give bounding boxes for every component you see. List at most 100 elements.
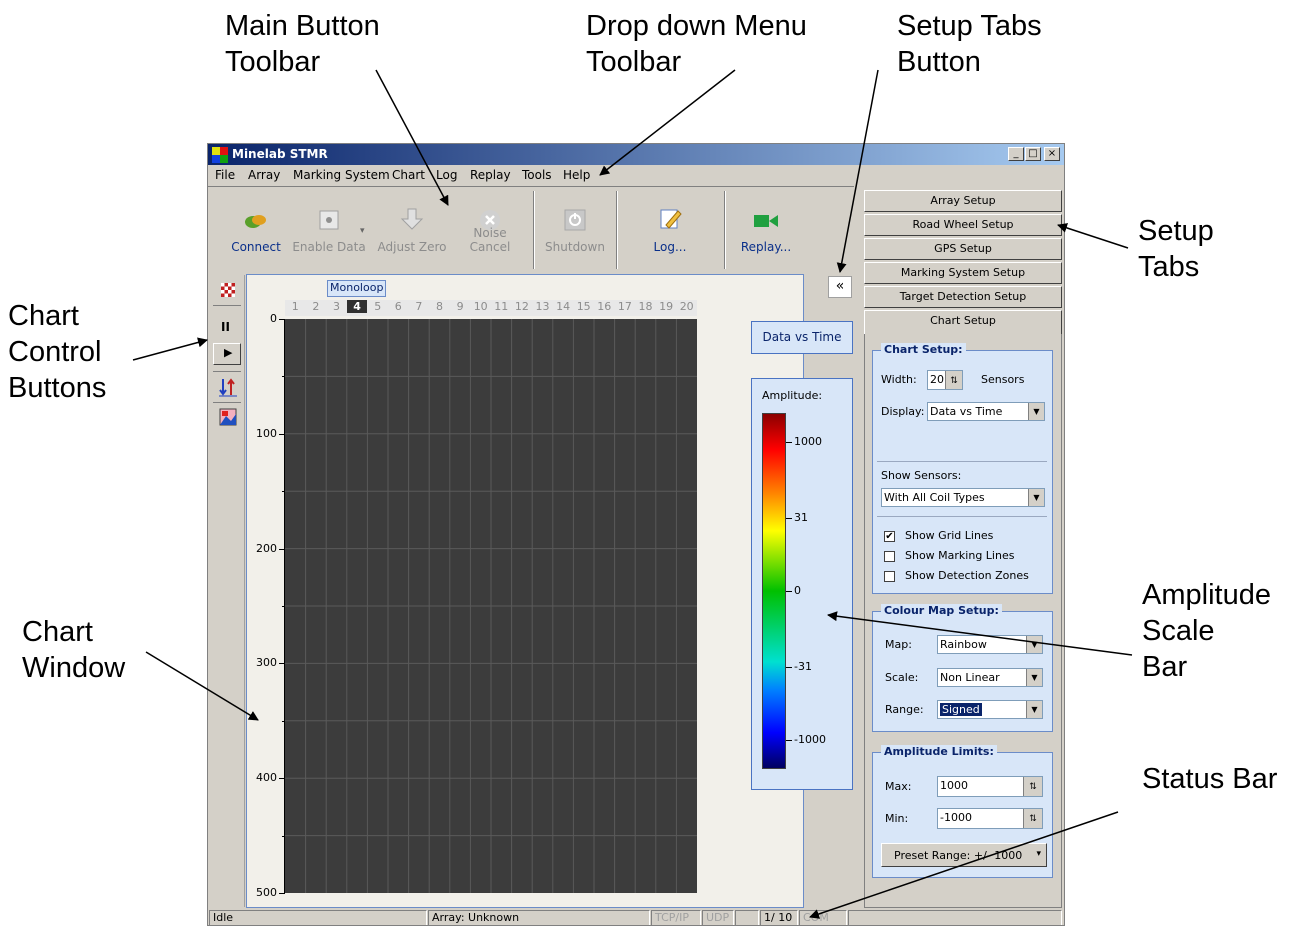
play-button[interactable]: ▶ — [213, 343, 241, 365]
status-bar: Idle Array: Unknown TCP/IP UDP 1/ 10 COM — [208, 909, 1064, 925]
callout-setup-tabs-button: Setup Tabs Button — [897, 10, 1042, 78]
width-unit-label: Sensors — [981, 373, 1025, 386]
sensor-number[interactable]: 17 — [615, 300, 636, 313]
min-spinner[interactable]: -1000 ⇅ — [937, 808, 1043, 829]
chevron-down-icon[interactable]: ▾ — [360, 225, 365, 236]
dropdown-arrow-icon[interactable]: ▼ — [1028, 489, 1044, 506]
checkerboard-icon[interactable] — [221, 283, 235, 297]
chart-grid — [285, 319, 697, 893]
power-icon — [564, 209, 586, 231]
replay-button[interactable]: Replay... — [728, 187, 804, 273]
sort-arrows-icon[interactable] — [219, 377, 237, 397]
connect-button[interactable]: Connect — [220, 187, 292, 273]
maximize-button[interactable]: □ — [1025, 147, 1041, 161]
tab-target-detection-setup[interactable]: Target Detection Setup — [864, 286, 1062, 308]
scale-label: -1000 — [794, 733, 826, 746]
display-label: Display: — [881, 405, 925, 418]
tab-array-setup[interactable]: Array Setup — [864, 190, 1062, 212]
log-button[interactable]: Log... — [620, 187, 720, 273]
sensor-number[interactable]: 16 — [594, 300, 615, 313]
tab-marking-system-setup[interactable]: Marking System Setup — [864, 262, 1062, 284]
image-icon[interactable] — [219, 408, 237, 426]
menu-tools[interactable]: Tools — [522, 168, 552, 182]
sensor-number[interactable]: 8 — [429, 300, 450, 313]
enable-data-icon — [319, 210, 339, 230]
sensor-number[interactable]: 14 — [553, 300, 574, 313]
close-button[interactable]: × — [1044, 147, 1060, 161]
show-marking-lines-checkbox[interactable] — [884, 551, 895, 562]
shutdown-button[interactable]: Shutdown — [536, 187, 614, 273]
display-mode-indicator: Data vs Time — [751, 321, 853, 354]
show-detection-zones-checkbox[interactable] — [884, 571, 895, 582]
minimize-button[interactable]: _ — [1008, 147, 1024, 161]
y-tick-label: 400 — [256, 771, 277, 785]
status-udp: UDP — [702, 910, 734, 925]
pause-icon[interactable]: II — [221, 320, 230, 334]
sensor-number[interactable]: 2 — [306, 300, 327, 313]
width-label: Width: — [881, 373, 917, 386]
arrow-setup-tabs — [1057, 223, 1129, 249]
y-axis: 0 100 200 300 400 500 — [247, 275, 285, 909]
spinner-icon[interactable]: ⇅ — [1023, 777, 1042, 796]
enable-data-button[interactable]: ▾ Enable Data — [292, 187, 366, 273]
dropdown-arrow-icon[interactable]: ▼ — [1028, 403, 1044, 420]
sensor-number[interactable]: 7 — [409, 300, 430, 313]
noise-cancel-button[interactable]: Noise Cancel — [452, 187, 528, 273]
divider — [877, 461, 1047, 462]
sensor-number[interactable]: 3 — [326, 300, 347, 313]
scale-label: 1000 — [794, 435, 822, 448]
tab-road-wheel-setup[interactable]: Road Wheel Setup — [864, 214, 1062, 236]
show-sensors-select[interactable]: With All Coil Types ▼ — [881, 488, 1045, 507]
dropdown-arrow-icon[interactable]: ▼ — [1026, 701, 1042, 718]
sensor-number[interactable]: 13 — [532, 300, 553, 313]
sensor-number[interactable]: 19 — [656, 300, 677, 313]
menu-file[interactable]: File — [215, 168, 235, 182]
menu-replay[interactable]: Replay — [470, 168, 511, 182]
sensor-number[interactable]: 18 — [635, 300, 656, 313]
preset-range-button[interactable]: Preset Range: +/- 1000 ▾ — [881, 843, 1047, 867]
adjust-zero-label: Adjust Zero — [377, 240, 447, 254]
dropdown-arrow-icon[interactable]: ▼ — [1026, 636, 1042, 653]
scale-tick — [786, 518, 792, 519]
pencil-icon — [660, 209, 682, 229]
spinner-icon[interactable]: ⇅ — [1023, 809, 1042, 828]
display-select[interactable]: Data vs Time ▼ — [927, 402, 1045, 421]
connect-label: Connect — [231, 240, 281, 254]
range-value: Signed — [940, 703, 982, 716]
sensor-number[interactable]: 10 — [470, 300, 491, 313]
spinner-icon[interactable]: ⇅ — [945, 371, 962, 389]
tab-gps-setup[interactable]: GPS Setup — [864, 238, 1062, 260]
scale-label: Scale: — [885, 671, 919, 684]
sensor-number[interactable]: 15 — [573, 300, 594, 313]
menu-marking-system[interactable]: Marking System — [293, 168, 390, 182]
divider — [213, 305, 241, 306]
sensor-number[interactable]: 1 — [285, 300, 306, 313]
sensor-number[interactable]: 11 — [491, 300, 512, 313]
sensor-number[interactable]: 6 — [388, 300, 409, 313]
enable-data-label: Enable Data — [292, 240, 366, 254]
sensor-number[interactable]: 5 — [367, 300, 388, 313]
scale-label: 31 — [794, 511, 808, 524]
menu-log[interactable]: Log — [436, 168, 457, 182]
display-value: Data vs Time — [930, 405, 1003, 418]
dropdown-arrow-icon[interactable]: ▼ — [1026, 669, 1042, 686]
scale-select[interactable]: Non Linear ▼ — [937, 668, 1043, 687]
range-select[interactable]: Signed ▼ — [937, 700, 1043, 719]
menu-array[interactable]: Array — [248, 168, 280, 182]
show-grid-lines-checkbox[interactable]: ✔ — [884, 531, 895, 542]
menu-chart[interactable]: Chart — [392, 168, 425, 182]
setup-tabs-toggle-button[interactable]: « — [828, 276, 852, 298]
sensor-number[interactable]: 20 — [676, 300, 697, 313]
max-spinner[interactable]: 1000 ⇅ — [937, 776, 1043, 797]
status-tcp: TCP/IP — [651, 910, 701, 925]
amplitude-limits-title: Amplitude Limits: — [881, 745, 997, 758]
menu-help[interactable]: Help — [563, 168, 590, 182]
adjust-zero-button[interactable]: Adjust Zero — [376, 187, 448, 273]
main-toolbar: Connect ▾ Enable Data Adjust Zero Noise … — [208, 186, 854, 273]
sensor-number[interactable]: 12 — [512, 300, 533, 313]
sensor-number[interactable]: 9 — [450, 300, 471, 313]
width-spinner[interactable]: 20 ⇅ — [927, 370, 963, 390]
map-select[interactable]: Rainbow ▼ — [937, 635, 1043, 654]
tab-chart-setup[interactable]: Chart Setup — [864, 310, 1062, 334]
sensor-number[interactable]: 4 — [346, 300, 368, 313]
